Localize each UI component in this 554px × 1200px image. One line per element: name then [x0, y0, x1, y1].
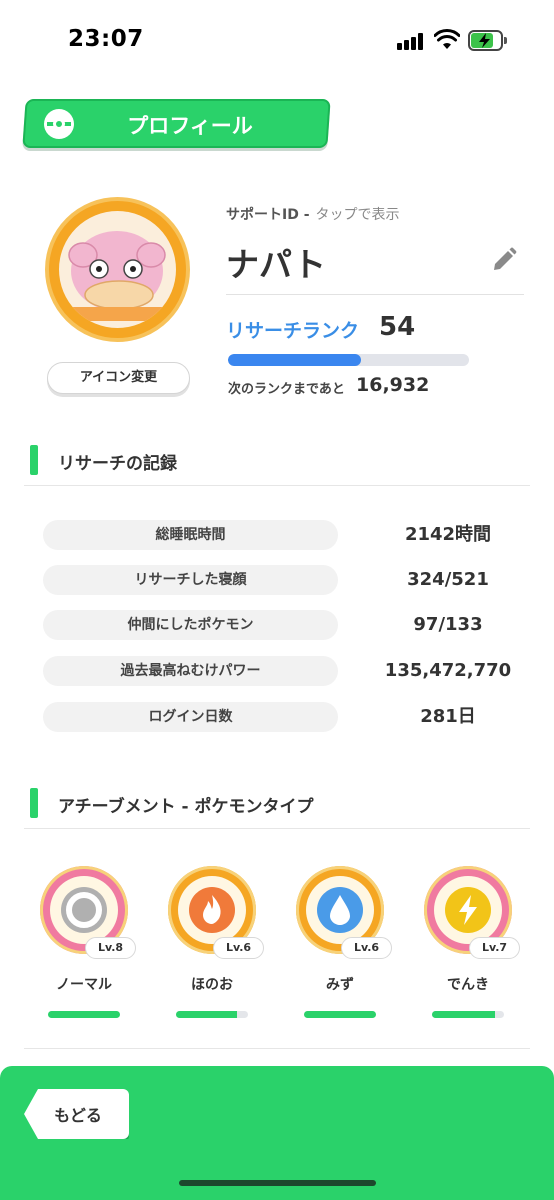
section-accent-bar	[30, 788, 38, 818]
wifi-icon	[434, 29, 460, 49]
badge-level: Lv.6	[341, 937, 392, 959]
achievements-section-title: アチーブメント - ポケモンタイプ	[58, 797, 314, 817]
battery-icon	[468, 30, 508, 51]
record-value: 281日	[420, 706, 476, 727]
badge-name: ほのお	[191, 977, 233, 993]
support-id-reveal-hint[interactable]: タップで表示	[316, 207, 400, 223]
rank-progress-fill	[228, 354, 361, 366]
record-row: リサーチした寝顔 324/521	[43, 565, 523, 595]
badge-progress-fill	[48, 1011, 120, 1018]
back-button-label[interactable]: もどる	[38, 1102, 118, 1126]
badge-progress-bar	[48, 1011, 120, 1018]
badge-name: みず	[326, 977, 354, 993]
cellular-signal-icon	[397, 32, 427, 50]
home-indicator[interactable]	[179, 1180, 376, 1186]
record-label: リサーチした寝顔	[43, 565, 338, 595]
achievements-section-header: アチーブメント - ポケモンタイプ	[30, 788, 530, 828]
slowpoke-avatar-icon	[68, 231, 166, 321]
record-row: 仲間にしたポケモン 97/133	[43, 610, 523, 640]
badge-name: でんき	[447, 977, 489, 993]
record-value: 324/521	[407, 569, 489, 590]
section-divider	[24, 485, 530, 486]
badge-progress-fill	[304, 1011, 376, 1018]
support-id-row[interactable]: サポートID - タップで表示	[226, 204, 400, 224]
section-divider	[24, 1048, 530, 1049]
record-label: 過去最高ねむけパワー	[43, 656, 338, 686]
record-value: 2142時間	[404, 524, 492, 545]
record-value: 135,472,770	[384, 660, 512, 681]
badge-level: Lv.6	[213, 937, 264, 959]
next-rank-value: 16,932	[356, 374, 430, 396]
section-divider	[24, 828, 530, 829]
record-row: 総睡眠時間 2142時間	[43, 520, 523, 550]
record-label: 仲間にしたポケモン	[43, 610, 338, 640]
record-label: 総睡眠時間	[43, 520, 338, 550]
status-time: 23:07	[68, 26, 144, 52]
badge-progress-fill	[432, 1011, 496, 1018]
research-rank-value: 54	[379, 312, 416, 342]
achievement-badge-fire[interactable]: Lv.6 ほのお	[168, 866, 264, 1018]
badge-progress-bar	[176, 1011, 248, 1018]
badge-level: Lv.8	[85, 937, 136, 959]
pokeball-icon	[44, 109, 74, 139]
avatar	[45, 197, 190, 342]
achievement-badge-water[interactable]: Lv.6 みず	[296, 866, 392, 1018]
records-section-title: リサーチの記録	[58, 454, 177, 474]
research-rank-label: リサーチランク	[226, 320, 360, 342]
record-row: ログイン日数 281日	[43, 702, 523, 732]
status-bar: 23:07	[0, 0, 554, 80]
badge-level: Lv.7	[469, 937, 520, 959]
record-value: 97/133	[413, 614, 483, 635]
achievement-badge-normal[interactable]: Lv.8 ノーマル	[40, 866, 136, 1018]
record-label: ログイン日数	[43, 702, 338, 732]
section-accent-bar	[30, 445, 38, 475]
rank-progress-bar	[228, 354, 469, 366]
badge-progress-bar	[304, 1011, 376, 1018]
pencil-edit-icon[interactable]	[490, 246, 518, 274]
player-name: ナパト	[226, 245, 326, 284]
support-id-label: サポートID -	[226, 207, 310, 223]
page-title: プロフィール	[127, 114, 253, 138]
badge-progress-bar	[432, 1011, 504, 1018]
record-row: 過去最高ねむけパワー 135,472,770	[43, 656, 523, 686]
change-icon-button[interactable]: アイコン変更	[47, 362, 190, 394]
badge-progress-fill	[176, 1011, 238, 1018]
divider	[226, 294, 524, 295]
records-section-header: リサーチの記録	[30, 445, 530, 485]
next-rank-label: 次のランクまであと	[228, 382, 345, 397]
badge-name: ノーマル	[56, 977, 112, 993]
achievement-badge-electric[interactable]: Lv.7 でんき	[424, 866, 520, 1018]
